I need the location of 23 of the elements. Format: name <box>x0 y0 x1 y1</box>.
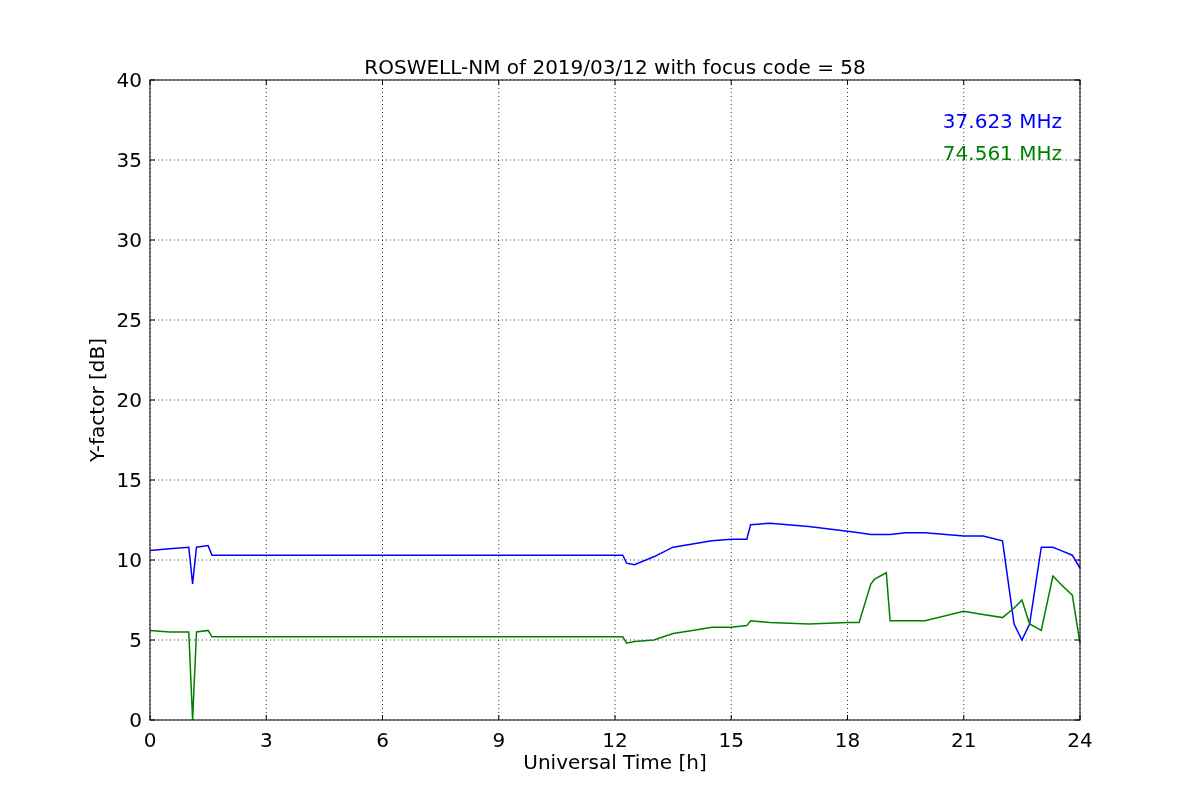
x-tick-label: 15 <box>718 728 744 752</box>
x-tick-label: 21 <box>951 728 977 752</box>
x-tick-label: 12 <box>602 728 628 752</box>
legend-label: 74.561 MHz <box>942 141 1062 165</box>
x-tick-label: 24 <box>1067 728 1093 752</box>
y-tick-label: 35 <box>116 148 142 172</box>
y-tick-label: 30 <box>116 228 142 252</box>
x-axis-label: Universal Time [h] <box>523 750 707 774</box>
y-tick-label: 0 <box>129 708 142 732</box>
chart-title: ROSWELL-NM of 2019/03/12 with focus code = 58 <box>364 55 866 79</box>
legend-label: 37.623 MHz <box>942 109 1062 133</box>
y-tick-label: 5 <box>129 628 142 652</box>
x-tick-label: 0 <box>143 728 157 752</box>
y-tick-label: 25 <box>116 308 142 332</box>
y-tick-label: 20 <box>116 388 142 412</box>
x-tick-label: 18 <box>834 728 861 752</box>
y-axis-label: Y-factor [dB] <box>85 338 109 462</box>
y-tick-label: 10 <box>116 548 142 572</box>
x-tick-label: 3 <box>259 728 273 752</box>
x-tick-label: 9 <box>492 728 506 752</box>
y-tick-label: 15 <box>116 468 142 492</box>
x-tick-label: 6 <box>376 728 389 752</box>
y-tick-label: 40 <box>116 68 142 92</box>
